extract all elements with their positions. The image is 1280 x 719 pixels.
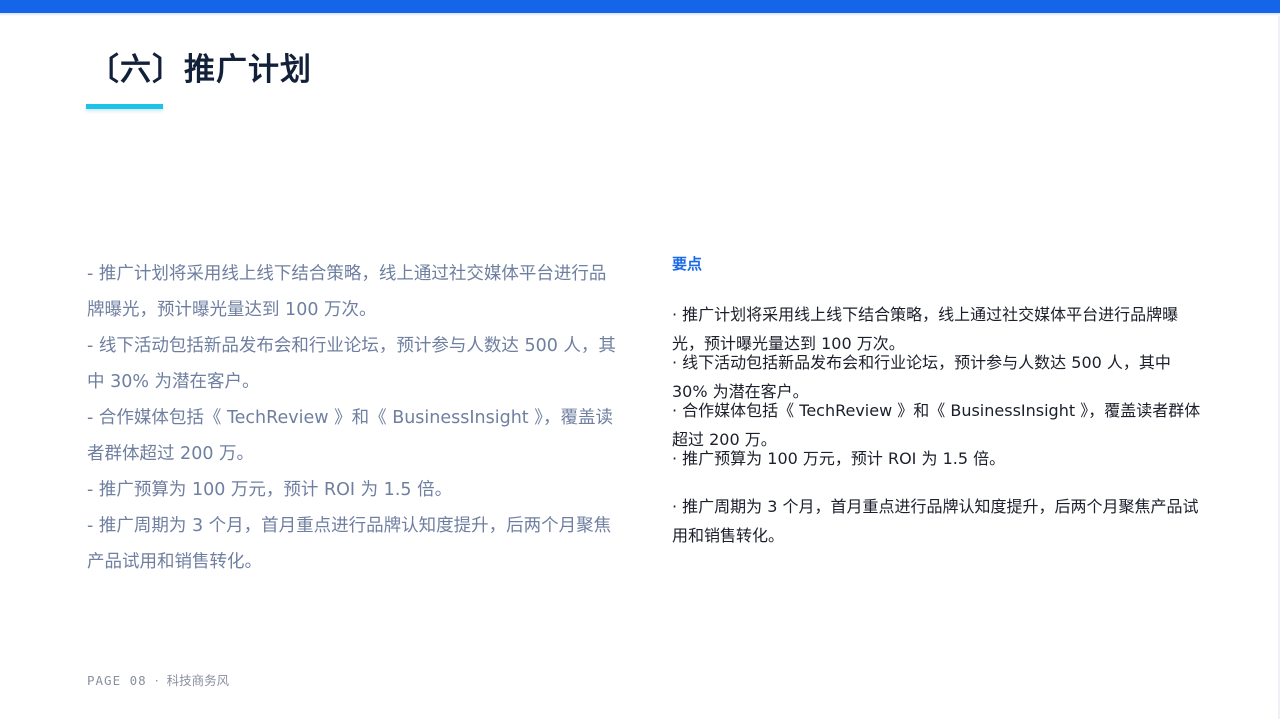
- page-title: 〔六〕推广计划: [88, 52, 312, 88]
- key-point-item: · 推广预算为 100 万元，预计 ROI 为 1.5 倍。: [672, 449, 1006, 468]
- key-points-panel: 要点 · 推广计划将采用线上线下结合策略，线上通过社交媒体平台进行品牌曝光，预计…: [672, 252, 1204, 545]
- page-number: PAGE 08: [87, 673, 147, 688]
- footer: PAGE 08 · 科技商务风: [87, 670, 229, 689]
- key-point-item: · 推广周期为 3 个月，首月重点进行品牌认知度提升，后两个月聚焦产品试用和销售…: [672, 497, 1199, 545]
- footer-separator: ·: [154, 673, 159, 688]
- key-points-heading: 要点: [672, 255, 703, 273]
- top-accent-bar-shadow: [0, 13, 1280, 16]
- left-list-item: - 推广周期为 3 个月，首月重点进行品牌认知度提升，后两个月聚焦产品试用和销售…: [87, 516, 612, 572]
- left-list-item: - 合作媒体包括《 TechReview 》和《 BusinessInsight…: [87, 408, 613, 464]
- left-list-item: - 推广预算为 100 万元，预计 ROI 为 1.5 倍。: [87, 480, 453, 500]
- top-accent-bar: [0, 0, 1280, 13]
- left-list-item: - 推广计划将采用线上线下结合策略，线上通过社交媒体平台进行品牌曝光，预计曝光量…: [87, 264, 607, 320]
- title-underline: [86, 104, 163, 109]
- slide: 〔六〕推广计划 - 推广计划将采用线上线下结合策略，线上通过社交媒体平台进行品牌…: [0, 0, 1280, 719]
- left-list-item: - 线下活动包括新品发布会和行业论坛，预计参与人数达 500 人，其中 30% …: [87, 336, 616, 392]
- footer-theme: 科技商务风: [166, 673, 230, 688]
- left-column: - 推广计划将采用线上线下结合策略，线上通过社交媒体平台进行品牌曝光，预计曝光量…: [87, 256, 619, 580]
